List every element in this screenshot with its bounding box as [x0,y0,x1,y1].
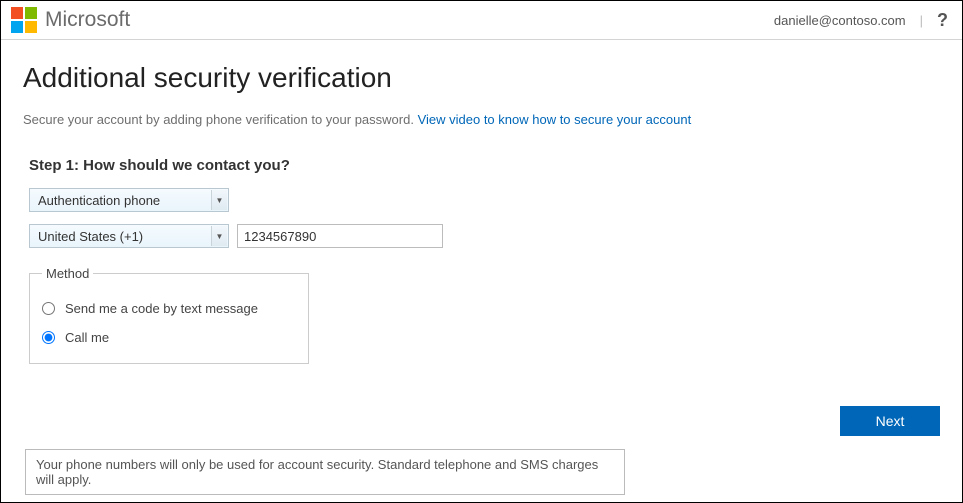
page-title: Additional security verification [23,62,940,94]
content: Additional security verification Secure … [1,40,962,364]
header-right: danielle@contoso.com | ? [774,10,948,31]
step-title: Step 1: How should we contact you? [29,157,940,174]
brand: Microsoft [11,7,130,33]
next-button[interactable]: Next [840,406,940,436]
method-fieldset: Method Send me a code by text message Ca… [29,266,309,364]
radio-call-me-input[interactable] [42,331,55,344]
radio-text-message[interactable]: Send me a code by text message [42,297,296,320]
method-legend: Method [42,266,93,281]
intro-text: Secure your account by adding phone veri… [23,112,940,127]
intro-video-link[interactable]: View video to know how to secure your ac… [418,112,692,127]
microsoft-logo-icon [11,7,37,33]
chevron-down-icon: ▼ [211,190,227,210]
radio-call-me-label: Call me [65,330,109,345]
intro-prefix: Secure your account by adding phone veri… [23,112,418,127]
country-value: United States (+1) [38,229,143,244]
radio-text-message-input[interactable] [42,302,55,315]
country-select[interactable]: United States (+1) ▼ [29,224,229,248]
radio-call-me[interactable]: Call me [42,326,296,349]
user-email: danielle@contoso.com [774,13,906,28]
brand-name: Microsoft [45,8,130,32]
phone-number-input[interactable] [237,224,443,248]
separator: | [920,13,923,28]
help-icon[interactable]: ? [937,10,948,31]
contact-method-select[interactable]: Authentication phone ▼ [29,188,229,212]
chevron-down-icon: ▼ [211,226,227,246]
header-bar: Microsoft danielle@contoso.com | ? [1,1,962,40]
radio-text-message-label: Send me a code by text message [65,301,258,316]
contact-method-value: Authentication phone [38,193,160,208]
disclaimer-text: Your phone numbers will only be used for… [25,449,625,495]
